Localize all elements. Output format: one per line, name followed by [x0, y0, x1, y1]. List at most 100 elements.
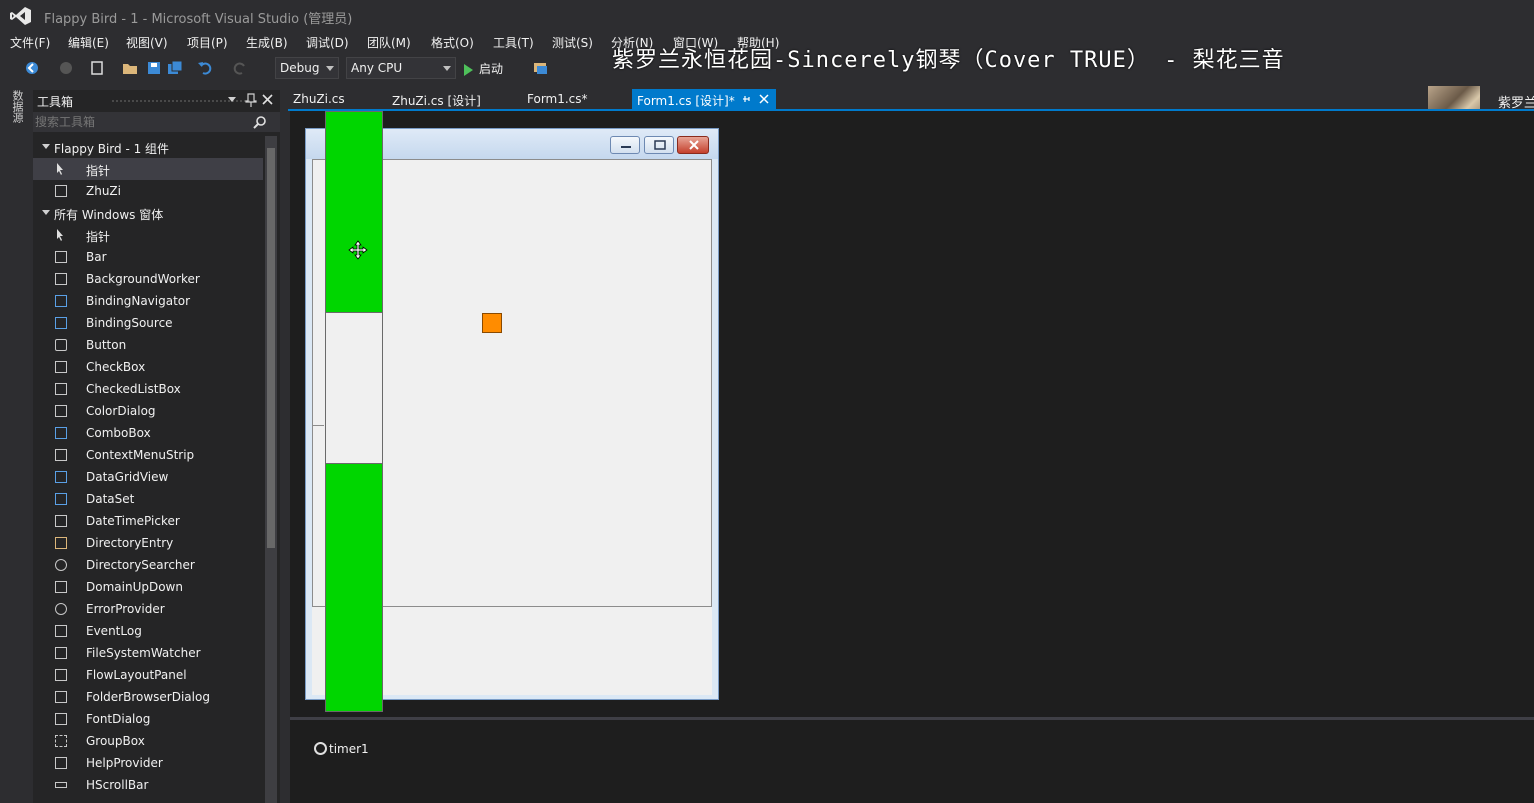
toolbox-item-folderbrowserdialog[interactable]: FolderBrowserDialog: [33, 686, 263, 708]
date-picker-icon: [55, 515, 67, 527]
start-debugging-button[interactable]: 启动: [464, 60, 503, 78]
new-project-icon[interactable]: [89, 60, 105, 76]
toolbox-item-directorysearcher[interactable]: DirectorySearcher: [33, 554, 263, 576]
item-label: GroupBox: [86, 734, 145, 748]
start-label: 启动: [479, 62, 504, 76]
toolbox-item-bindingnavigator[interactable]: BindingNavigator: [33, 290, 263, 312]
pin-icon[interactable]: [245, 93, 257, 107]
toolbox-item-pointer[interactable]: 指针: [33, 224, 263, 246]
solution-config-value: Debug: [280, 61, 320, 75]
close-icon[interactable]: [262, 94, 273, 105]
solution-config-select[interactable]: Debug: [275, 57, 339, 79]
button-icon: [55, 339, 67, 351]
event-log-icon: [55, 625, 67, 637]
toolbox-item-fontdialog[interactable]: FontDialog: [33, 708, 263, 730]
redo-icon[interactable]: [232, 60, 248, 76]
directory-searcher-icon: [55, 559, 67, 571]
platform-select[interactable]: Any CPU: [346, 57, 456, 79]
menu-tools[interactable]: 工具(T): [493, 34, 534, 51]
toolbox-item-directoryentry[interactable]: DirectoryEntry: [33, 532, 263, 554]
toolbox-item-flowlayoutpanel[interactable]: FlowLayoutPanel: [33, 664, 263, 686]
toolbox-item-pointer[interactable]: 指针: [33, 158, 263, 180]
scrollbar-thumb[interactable]: [267, 148, 275, 548]
binding-navigator-icon: [55, 295, 67, 307]
item-label: BindingNavigator: [86, 294, 191, 308]
menu-project[interactable]: 项目(P): [187, 34, 228, 51]
save-icon[interactable]: [146, 60, 162, 76]
toolbox-item-button[interactable]: Button: [33, 334, 263, 356]
save-all-icon[interactable]: [167, 60, 183, 76]
toolbox-item-bar[interactable]: Bar: [33, 246, 263, 268]
data-sources-tab[interactable]: 数据源: [9, 90, 24, 123]
browser-link-icon[interactable]: [533, 60, 549, 76]
maximize-icon: [654, 140, 666, 150]
toolbox-group-project[interactable]: Flappy Bird - 1 组件: [33, 136, 263, 158]
pin-icon[interactable]: [741, 94, 751, 104]
toolbox-item-errorprovider[interactable]: ErrorProvider: [33, 598, 263, 620]
item-label: ZhuZi: [86, 184, 121, 198]
toolbox-item-combobox[interactable]: ComboBox: [33, 422, 263, 444]
toolbox-item-groupbox[interactable]: GroupBox: [33, 730, 263, 752]
panel-divider: [312, 425, 324, 426]
toolbox-item-contextmenustrip[interactable]: ContextMenuStrip: [33, 444, 263, 466]
toolbox-item-filesystemwatcher[interactable]: FileSystemWatcher: [33, 642, 263, 664]
maximize-button[interactable]: [644, 136, 674, 154]
error-provider-icon: [55, 603, 67, 615]
menu-file[interactable]: 文件(F): [10, 34, 50, 51]
toolbox-item-datagridview[interactable]: DataGridView: [33, 466, 263, 488]
item-label: BackgroundWorker: [86, 272, 200, 286]
dropdown-arrow-icon[interactable]: [228, 97, 236, 103]
timer1-component[interactable]: timer1: [314, 742, 369, 760]
move-cursor-icon[interactable]: [348, 240, 368, 260]
play-icon: [464, 63, 473, 76]
menu-format[interactable]: 格式(O): [431, 34, 474, 51]
toolbox-item-datetimepicker[interactable]: DateTimePicker: [33, 510, 263, 532]
item-label: CheckBox: [86, 360, 146, 374]
close-tab-icon[interactable]: [759, 94, 769, 104]
item-label: FlowLayoutPanel: [86, 668, 187, 682]
menu-build[interactable]: 生成(B): [246, 34, 288, 51]
menu-test[interactable]: 测试(S): [552, 34, 593, 51]
toolbox-item-bindingsource[interactable]: BindingSource: [33, 312, 263, 334]
menu-team[interactable]: 团队(M): [367, 34, 411, 51]
tab-form1-design[interactable]: Form1.cs [设计]*: [632, 89, 776, 109]
back-icon[interactable]: [24, 60, 40, 76]
tab-zhuzi-design[interactable]: ZhuZi.cs [设计]: [387, 89, 486, 109]
toolbox-item-domainupdown[interactable]: DomainUpDown: [33, 576, 263, 598]
zhuzi-pipe-control[interactable]: [325, 111, 383, 712]
item-label: ComboBox: [86, 426, 151, 440]
close-button[interactable]: [677, 136, 709, 154]
toolbox-group-windows-forms[interactable]: 所有 Windows 窗体: [33, 202, 263, 224]
tab-form1-cs[interactable]: Form1.cs*: [522, 89, 593, 109]
forward-icon[interactable]: [58, 60, 74, 76]
minimize-button[interactable]: [610, 136, 640, 154]
toolbox-search-input[interactable]: [35, 113, 245, 131]
item-label: HelpProvider: [86, 756, 163, 770]
menu-debug[interactable]: 调试(D): [306, 34, 349, 51]
platform-value: Any CPU: [351, 61, 403, 75]
component-icon: [55, 185, 67, 197]
data-grid-icon: [55, 471, 67, 483]
item-label: DateTimePicker: [86, 514, 180, 528]
undo-icon[interactable]: [197, 60, 213, 76]
menu-edit[interactable]: 编辑(E): [68, 34, 109, 51]
toolbox-item-checkedlistbox[interactable]: CheckedListBox: [33, 378, 263, 400]
toolbox-item-backgroundworker[interactable]: BackgroundWorker: [33, 268, 263, 290]
bird-picturebox[interactable]: [482, 313, 502, 333]
pointer-icon: [57, 229, 63, 241]
toolbox-item-helpprovider[interactable]: HelpProvider: [33, 752, 263, 774]
toolbox-item-checkbox[interactable]: CheckBox: [33, 356, 263, 378]
toolbox-item-hscrollbar[interactable]: HScrollBar: [33, 774, 263, 796]
combobox-icon: [55, 427, 67, 439]
menu-view[interactable]: 视图(V): [126, 34, 168, 51]
toolbox-item-colordialog[interactable]: ColorDialog: [33, 400, 263, 422]
search-icon[interactable]: [253, 115, 267, 129]
toolbox-panel: 工具箱 Flappy Bird - 1 组件 指针 ZhuZi 所有 Windo…: [33, 90, 280, 803]
tab-zhuzi-cs[interactable]: ZhuZi.cs: [288, 89, 350, 109]
open-file-icon[interactable]: [122, 60, 138, 76]
toolbox-item-eventlog[interactable]: EventLog: [33, 620, 263, 642]
toolbox-item-zhuzi[interactable]: ZhuZi: [33, 180, 263, 202]
toolbox-item-dataset[interactable]: DataSet: [33, 488, 263, 510]
toolbox-scrollbar[interactable]: [265, 136, 277, 803]
group-box-icon: [55, 735, 67, 747]
